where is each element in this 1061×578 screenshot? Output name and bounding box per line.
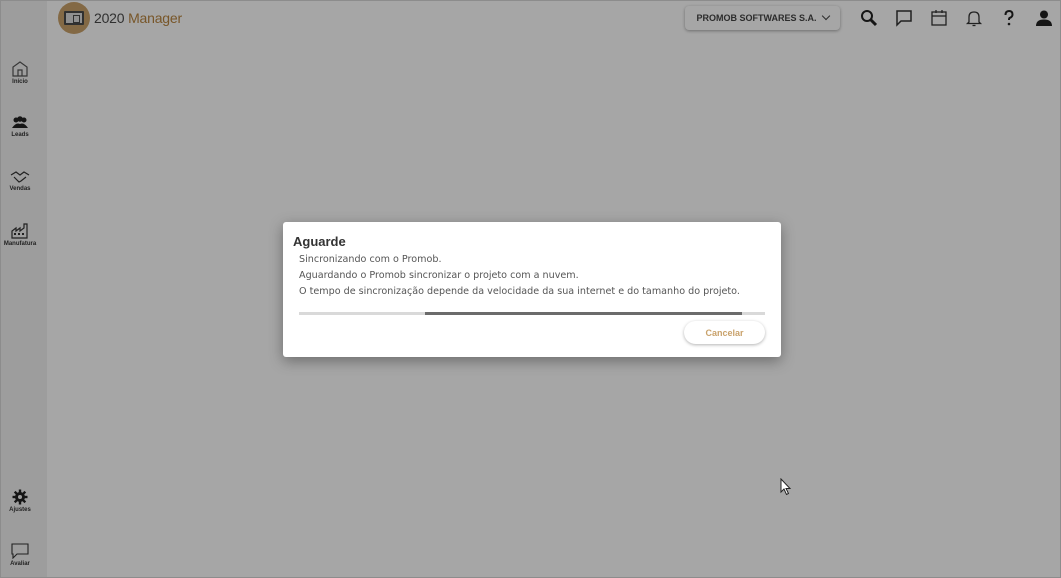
dialog-message-line: Sincronizando com o Promob. <box>299 254 442 265</box>
dialog-title: Aguarde <box>293 234 346 249</box>
cancel-button[interactable]: Cancelar <box>684 321 765 344</box>
progress-bar <box>299 312 765 315</box>
progress-bar-fill <box>424 312 742 315</box>
dialog-message-line: Aguardando o Promob sincronizar o projet… <box>299 270 579 281</box>
sync-wait-dialog: Aguarde Sincronizando com o Promob. Agua… <box>283 222 781 357</box>
mouse-cursor-icon <box>780 478 792 496</box>
dialog-message-line: O tempo de sincronização depende da velo… <box>299 286 740 297</box>
